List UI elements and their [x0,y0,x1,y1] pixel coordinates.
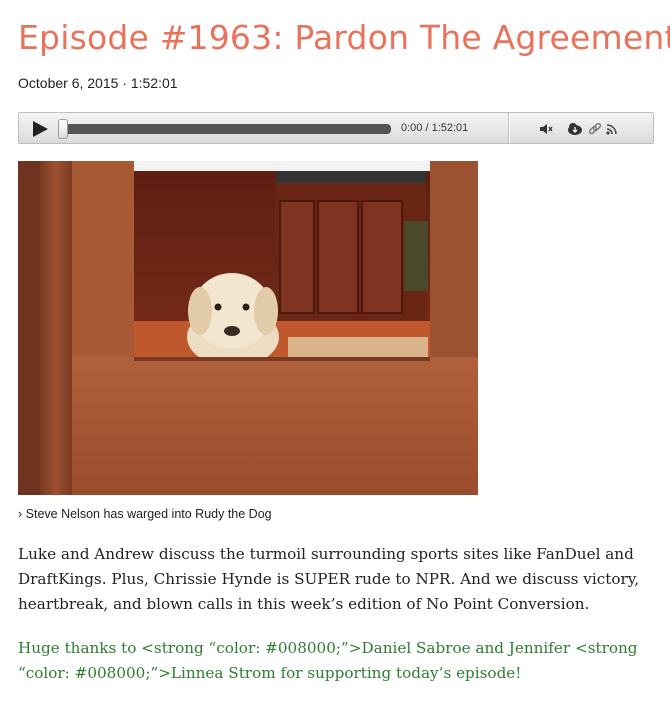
rss-icon[interactable] [606,122,618,136]
episode-photo [18,161,478,495]
volume-icon[interactable] [539,122,553,136]
episode-title: Episode #1963: Pardon The Agreement [18,18,670,57]
episode-date-duration: October 6, 2015 · 1:52:01 [18,75,178,91]
sponsor-thanks: Huge thanks to <strong “color: #008000;”… [18,639,638,682]
photo-caption: › Steve Nelson has warged into Rudy the … [18,507,272,521]
progress-handle[interactable] [58,119,68,139]
progress-track[interactable] [63,124,391,134]
episode-description: Luke and Andrew discuss the turmoil surr… [18,545,640,613]
download-icon[interactable] [567,122,583,136]
dog-behind-door-image [18,161,478,495]
time-display: 0:00 / 1:52:01 [401,122,469,134]
play-icon[interactable] [31,120,49,138]
audio-player: 0:00 / 1:52:01 [18,112,654,144]
link-icon[interactable] [588,122,602,136]
